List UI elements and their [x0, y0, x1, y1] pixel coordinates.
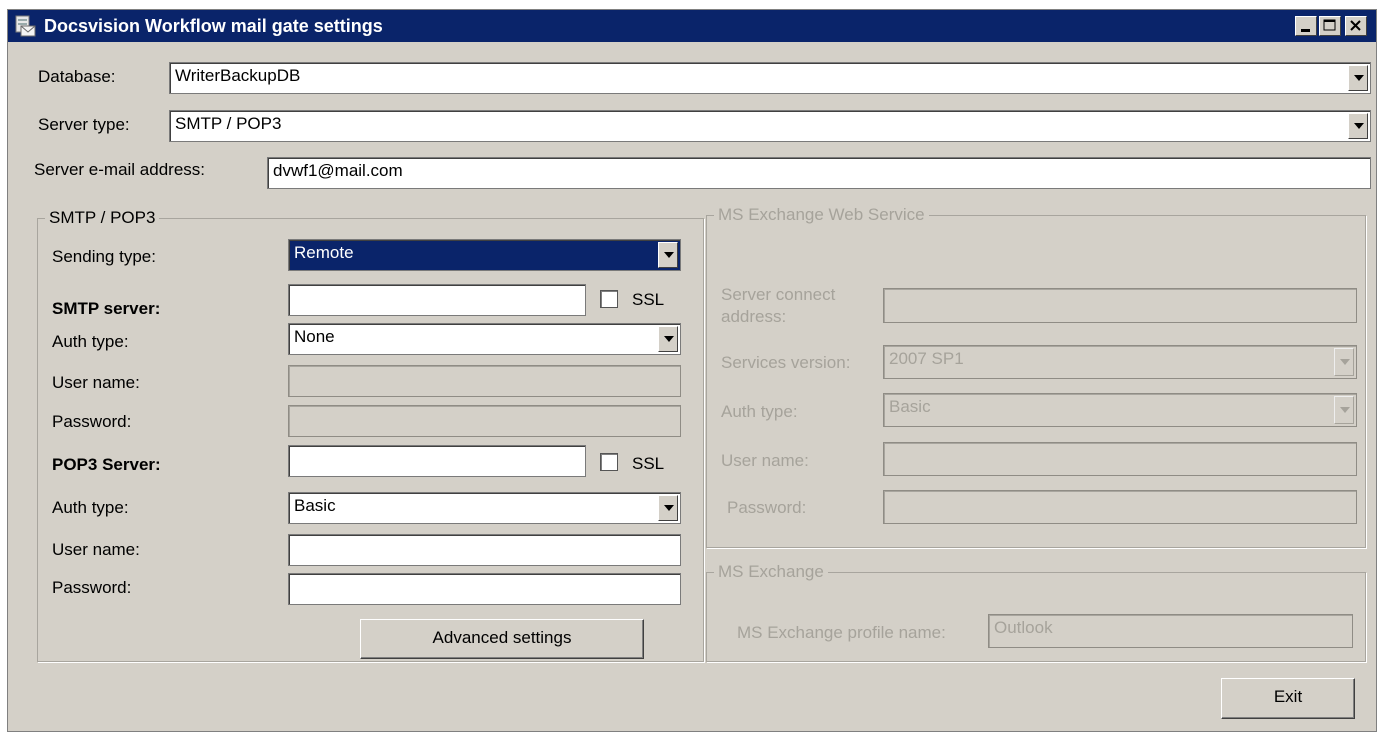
- chevron-down-icon: [1340, 407, 1350, 413]
- chevron-down-icon: [664, 336, 674, 342]
- services-version-dropdown-button[interactable]: [1334, 348, 1354, 376]
- services-version-dropdown[interactable]: 2007 SP1: [883, 345, 1357, 379]
- advanced-settings-button[interactable]: Advanced settings: [360, 619, 644, 659]
- ews-password-input[interactable]: [883, 490, 1357, 524]
- chevron-down-icon: [1340, 359, 1350, 365]
- ews-auth-type-dropdown[interactable]: Basic: [883, 393, 1357, 427]
- server-type-dropdown-button[interactable]: [1348, 113, 1368, 139]
- smtp-user-name-input[interactable]: [288, 365, 681, 397]
- smtp-auth-type-value: None: [294, 327, 335, 346]
- ews-auth-type-label: Auth type:: [721, 402, 798, 421]
- smtp-ssl-checkbox[interactable]: [600, 290, 618, 308]
- pop3-auth-type-value: Basic: [294, 496, 336, 515]
- minimize-icon: [1301, 29, 1310, 32]
- chevron-down-icon: [1354, 75, 1364, 81]
- server-connect-label-line1: Server connect: [721, 285, 836, 304]
- pop3-auth-type-label: Auth type:: [52, 498, 129, 517]
- server-type-label: Server type:: [38, 115, 130, 134]
- database-dropdown[interactable]: WriterBackupDB: [169, 62, 1371, 94]
- smtp-auth-type-label: Auth type:: [52, 332, 129, 351]
- smtp-user-name-label: User name:: [52, 373, 140, 392]
- server-email-value: dvwf1@mail.com: [273, 161, 403, 180]
- close-icon: [1350, 20, 1361, 31]
- server-connect-label-line2: address:: [721, 307, 787, 326]
- minimize-button[interactable]: [1295, 16, 1317, 36]
- ews-user-name-label: User name:: [721, 451, 809, 470]
- maximize-button[interactable]: [1319, 16, 1341, 36]
- ews-password-label: Password:: [727, 498, 807, 517]
- exchange-web-service-legend: MS Exchange Web Service: [714, 205, 929, 225]
- exchange-legend: MS Exchange: [714, 562, 828, 582]
- app-mail-icon: [15, 15, 36, 37]
- services-version-label: Services version:: [721, 353, 851, 372]
- smtp-password-label: Password:: [52, 412, 132, 431]
- pop3-user-name-input[interactable]: [288, 534, 681, 566]
- ews-auth-type-value: Basic: [889, 397, 931, 416]
- smtp-auth-type-dropdown-button[interactable]: [658, 326, 678, 352]
- smtp-server-input[interactable]: [288, 284, 586, 316]
- exit-button[interactable]: Exit: [1221, 678, 1355, 719]
- pop3-password-label: Password:: [52, 578, 132, 597]
- server-connect-address-input[interactable]: [883, 288, 1357, 323]
- exchange-profile-label: MS Exchange profile name:: [737, 623, 946, 642]
- pop3-user-name-label: User name:: [52, 540, 140, 559]
- smtp-password-input[interactable]: [288, 405, 681, 437]
- server-email-input[interactable]: dvwf1@mail.com: [267, 157, 1371, 189]
- smtp-pop3-legend: SMTP / POP3: [45, 208, 160, 228]
- ews-user-name-input[interactable]: [883, 442, 1357, 476]
- sending-type-dropdown-button[interactable]: [658, 242, 678, 268]
- maximize-icon: [1323, 19, 1336, 31]
- exchange-profile-value: Outlook: [994, 618, 1053, 637]
- pop3-ssl-checkbox[interactable]: [600, 453, 618, 471]
- chevron-down-icon: [664, 252, 674, 258]
- pop3-ssl-label: SSL: [632, 454, 665, 473]
- sending-type-label: Sending type:: [52, 247, 156, 266]
- chevron-down-icon: [1354, 123, 1364, 129]
- sending-type-value: Remote: [294, 243, 354, 262]
- pop3-auth-type-dropdown-button[interactable]: [658, 495, 678, 521]
- smtp-auth-type-dropdown[interactable]: None: [288, 323, 681, 355]
- title-bar[interactable]: Docsvision Workflow mail gate settings: [8, 10, 1376, 42]
- exchange-profile-input[interactable]: Outlook: [988, 614, 1353, 648]
- services-version-value: 2007 SP1: [889, 349, 964, 368]
- pop3-server-label: POP3 Server:: [52, 455, 161, 474]
- smtp-server-label: SMTP server:: [52, 299, 161, 318]
- ews-auth-type-dropdown-button[interactable]: [1334, 396, 1354, 424]
- window-title: Docsvision Workflow mail gate settings: [44, 16, 383, 36]
- server-type-dropdown[interactable]: SMTP / POP3: [169, 110, 1371, 142]
- database-dropdown-button[interactable]: [1348, 65, 1368, 91]
- server-email-label: Server e-mail address:: [34, 160, 206, 179]
- server-type-value: SMTP / POP3: [175, 114, 282, 133]
- database-label: Database:: [38, 67, 116, 86]
- sending-type-dropdown[interactable]: Remote: [288, 239, 681, 271]
- database-value: WriterBackupDB: [175, 66, 301, 85]
- smtp-ssl-label: SSL: [632, 290, 665, 309]
- close-button[interactable]: [1345, 16, 1367, 36]
- pop3-auth-type-dropdown[interactable]: Basic: [288, 492, 681, 524]
- pop3-server-input[interactable]: [288, 445, 586, 477]
- pop3-password-input[interactable]: [288, 573, 681, 605]
- main-window: Docsvision Workflow mail gate settings D…: [7, 9, 1377, 732]
- chevron-down-icon: [664, 505, 674, 511]
